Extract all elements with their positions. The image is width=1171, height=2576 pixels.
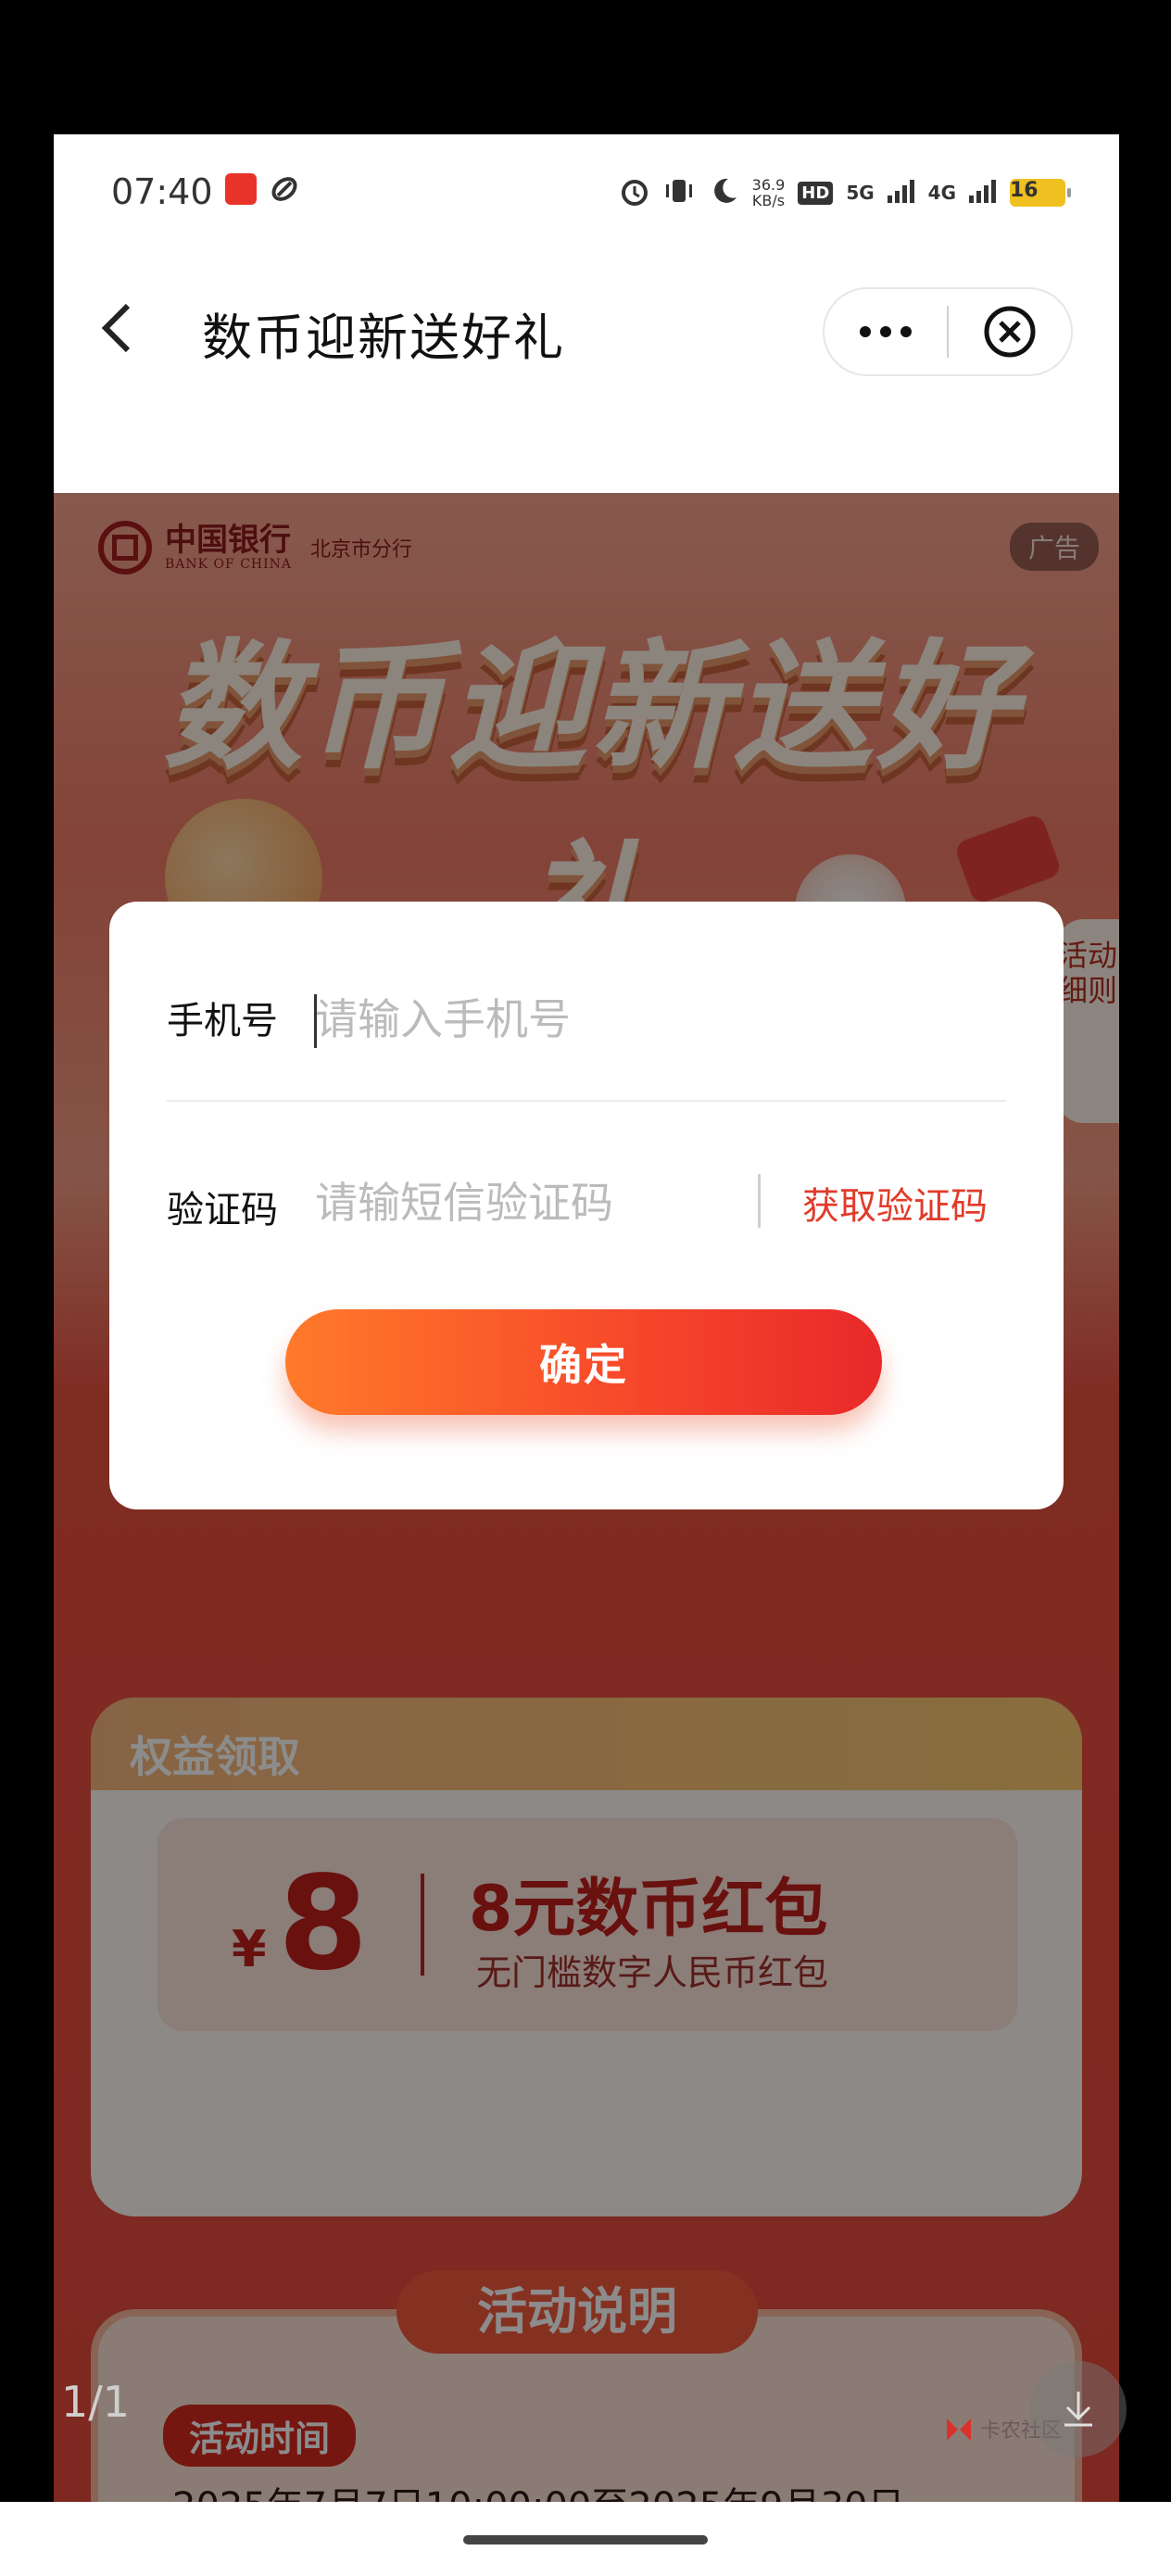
code-input[interactable] <box>315 1170 750 1235</box>
battery-icon: 16 <box>1010 179 1071 207</box>
download-button[interactable] <box>1030 2361 1127 2457</box>
alarm-icon <box>619 175 650 210</box>
home-indicator[interactable] <box>463 2535 708 2544</box>
phone-input[interactable] <box>315 987 750 1052</box>
back-button[interactable] <box>98 287 154 371</box>
signal-icon <box>969 179 997 207</box>
text-caret <box>314 994 317 1048</box>
app-notification-icon <box>225 173 257 205</box>
sim2-network: 4G <box>927 182 956 204</box>
net-speed: 36.9 KB/s <box>752 177 786 208</box>
capsule-menu <box>823 287 1073 376</box>
confirm-button[interactable]: 确定 <box>285 1309 882 1415</box>
vibrate-icon <box>663 175 695 210</box>
close-button[interactable] <box>949 287 1071 376</box>
link-notification-icon <box>269 173 300 205</box>
page-counter: 1/1 <box>61 2377 131 2427</box>
moon-icon <box>708 175 739 210</box>
login-dialog: 手机号 验证码 获取验证码 确定 <box>109 902 1064 1509</box>
phone-label: 手机号 <box>167 1000 278 1042</box>
watermark-logo-icon <box>947 2418 971 2441</box>
get-code-button[interactable]: 获取验证码 <box>802 1176 988 1230</box>
phone-screenshot: 07:40 36.9 KB/s HD 5G 4G 16 数币迎新送好礼 中国银行… <box>54 134 1119 2502</box>
sim1-network: 5G <box>846 182 875 204</box>
more-button[interactable] <box>825 287 947 376</box>
download-icon <box>1064 2392 1092 2427</box>
status-time: 07:40 <box>111 171 213 212</box>
code-separator <box>758 1174 761 1228</box>
nav-bar: 数币迎新送好礼 <box>54 250 1119 493</box>
code-label: 验证码 <box>167 1189 278 1231</box>
close-icon <box>984 306 1036 358</box>
status-bar: 07:40 36.9 KB/s HD 5G 4G 16 <box>54 134 1119 250</box>
image-viewer: 07:40 36.9 KB/s HD 5G 4G 16 数币迎新送好礼 中国银行… <box>0 0 1171 2576</box>
net-speed-unit: KB/s <box>751 192 786 209</box>
net-speed-value: 36.9 <box>751 176 786 194</box>
signal-icon <box>887 179 915 207</box>
status-icons: 36.9 KB/s HD 5G 4G 16 <box>619 170 1071 216</box>
hd-badge: HD <box>798 181 834 205</box>
page-title: 数币迎新送好礼 <box>202 309 565 367</box>
field-divider <box>167 1100 1006 1102</box>
gesture-area <box>0 2502 1171 2576</box>
